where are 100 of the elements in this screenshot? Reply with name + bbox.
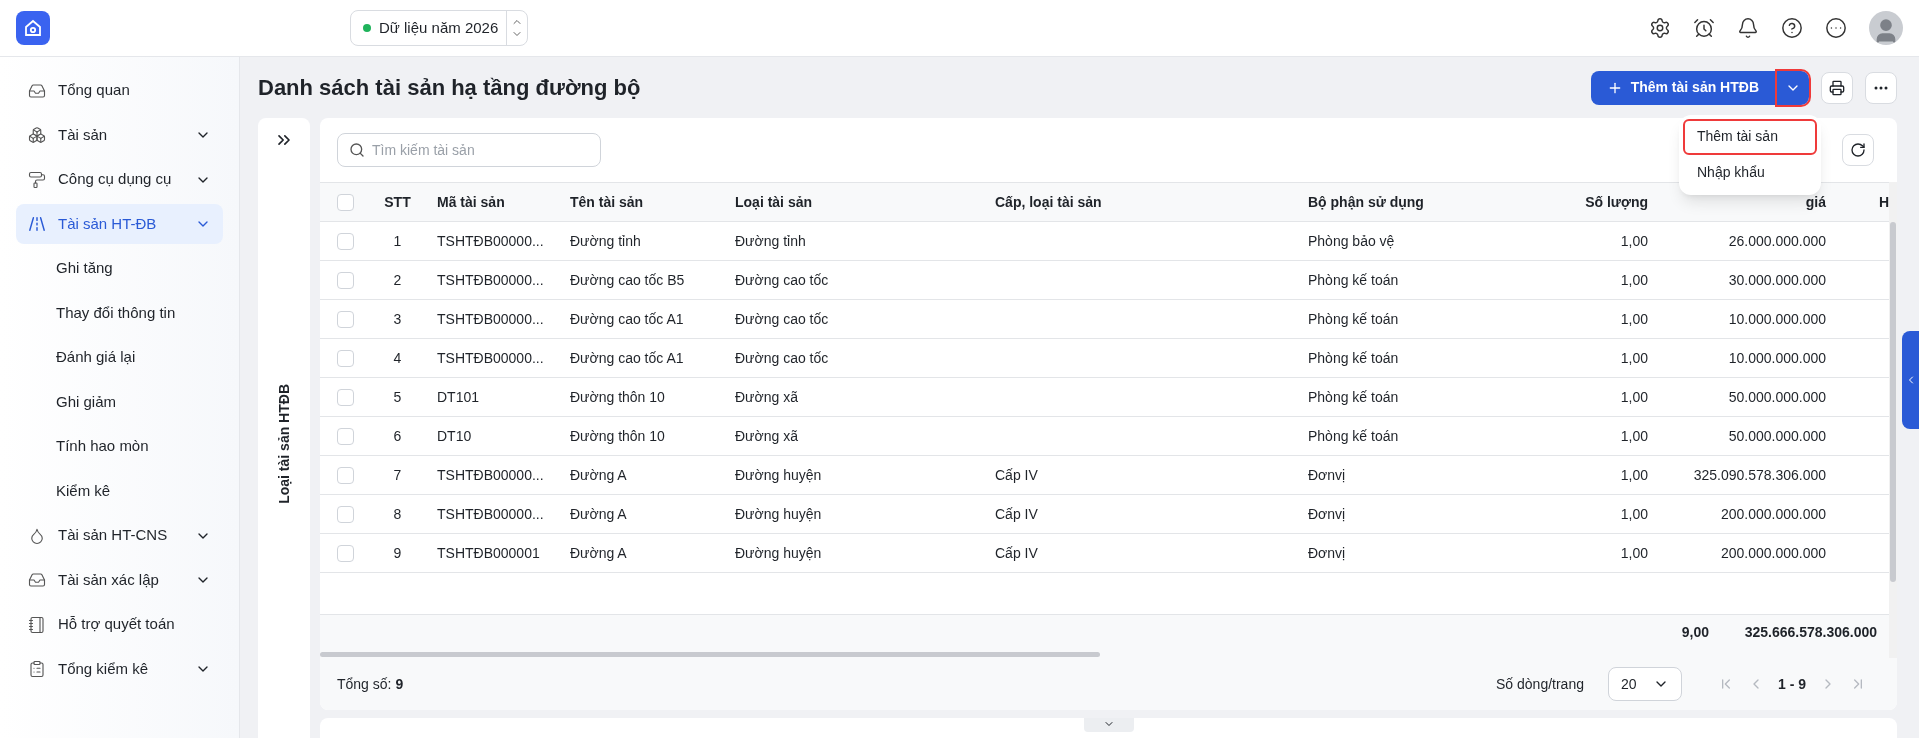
table-cell-text: TSHTĐB00000... [437, 309, 544, 329]
alarm-clock-icon[interactable] [1693, 17, 1715, 39]
refresh-button[interactable] [1842, 134, 1874, 166]
table-cell-text: Đường A [570, 465, 627, 485]
table-cell-text: Đường cao tốc B5 [570, 270, 685, 290]
table-cell-text: 1,00 [1620, 270, 1648, 290]
checkbox[interactable] [336, 193, 354, 211]
droplet-icon [28, 526, 46, 545]
print-button[interactable] [1821, 71, 1853, 104]
checkbox[interactable] [336, 505, 354, 523]
page-size-label: Số dòng/trang [1496, 674, 1584, 694]
search-field[interactable]: Tìm kiếm tài sản [337, 133, 601, 167]
bell-icon[interactable] [1737, 17, 1759, 39]
year-label: Dữ liệu năm 2026 [379, 17, 500, 38]
sidebar-subitem[interactable]: Tính hao mòn [16, 426, 223, 467]
checkbox[interactable] [336, 271, 354, 289]
search-icon [349, 142, 365, 158]
table-cell-text: Đường huyện [735, 504, 822, 524]
table-cell-text: 200.000.000.000 [1720, 504, 1826, 524]
table-cell-text: 50.000.000.000 [1728, 426, 1826, 446]
table-cell-text: 1,00 [1620, 231, 1648, 251]
table-cell-text: TSHTĐB00000... [437, 231, 544, 251]
page-size-select[interactable]: 20 [1608, 667, 1682, 701]
menu-item[interactable]: Nhập khẩu [1685, 156, 1815, 189]
sidebar-item[interactable]: Tài sản HT-ĐB [16, 204, 223, 244]
checkbox[interactable] [336, 349, 354, 367]
table-cell-text: 1,00 [1620, 465, 1648, 485]
menu-item[interactable]: Thêm tài sản [1685, 120, 1815, 153]
table-cell-text: TSHTĐB00000... [437, 270, 544, 290]
table-cell-text: 1 [393, 231, 402, 251]
total-count: 9 [395, 674, 404, 694]
table-cell-text: Đường huyện [735, 543, 822, 563]
sidebar-subitem[interactable]: Ghi giảm [16, 382, 223, 422]
year-selector[interactable]: Dữ liệu năm 2026 [350, 10, 529, 46]
table-cell-text: Đường cao tốc [735, 309, 829, 329]
table-cell-text: DT10 [437, 426, 472, 446]
vertical-scrollbar[interactable] [1890, 222, 1896, 582]
help-icon[interactable] [1781, 17, 1803, 39]
total-label: Tổng số: [337, 674, 392, 694]
table-cell-text: TSHTĐB00000... [437, 348, 544, 368]
table-cell-text: Cấp IV [995, 465, 1038, 485]
table-cell-text: 6 [393, 426, 402, 446]
sidebar-item[interactable]: Tổng kiểm kê [16, 649, 223, 689]
sidebar-item[interactable]: Tổng quan [16, 70, 223, 111]
checkbox[interactable] [336, 388, 354, 406]
table-cell-text: Đường cao tốc [735, 270, 829, 290]
clipboard-icon [28, 660, 46, 678]
more-icon[interactable] [1825, 17, 1847, 39]
total-value: 325.666.578.306.000 [1744, 623, 1877, 642]
dropdown-button[interactable] [1777, 70, 1809, 105]
table-cell-text: TSHTĐB000001 [437, 543, 540, 563]
table-cell-text: 3 [393, 309, 402, 329]
table-cell-text: Phòng kế toán [1308, 309, 1399, 329]
sidebar-subitem[interactable]: Thay đổi thông tin [16, 293, 223, 333]
column-header: Mã tài sản [437, 192, 505, 212]
more-button[interactable] [1865, 71, 1897, 104]
table-cell-text: 1,00 [1620, 309, 1648, 329]
avatar[interactable] [1869, 11, 1903, 45]
checkbox[interactable] [336, 544, 354, 562]
panel-title: Loại tài sản HTĐB [274, 384, 293, 504]
checkbox[interactable] [336, 232, 354, 250]
table-cell-text: 325.090.578.306.000 [1693, 465, 1826, 485]
table-cell-text: TSHTĐB00000... [437, 504, 544, 524]
sidebar-item[interactable]: Hỗ trợ quyết toán [16, 604, 223, 645]
table-cell-text: Đơnvị [1308, 504, 1346, 524]
table-cell-text: Đường xã [735, 387, 798, 407]
sidebar-subitem[interactable]: Ghi tăng [16, 248, 223, 289]
table-cell-text: Phòng kế toán [1308, 270, 1399, 290]
table-cell-text: 5 [393, 387, 402, 407]
table-cell-text: 9 [393, 543, 402, 563]
table-cell-text: 10.000.000.000 [1728, 348, 1826, 368]
table-cell-text: 30.000.000.000 [1728, 270, 1826, 290]
sidebar-item[interactable]: Tài sản xác lập [16, 560, 223, 600]
table-cell-text: 8 [393, 504, 402, 524]
horizontal-scrollbar[interactable] [320, 651, 1100, 657]
checkbox[interactable] [336, 310, 354, 328]
sidebar-item[interactable]: Công cụ dụng cụ [16, 159, 223, 200]
table-cell-text: Đường thôn 10 [570, 426, 665, 446]
sidebar-item[interactable]: Tài sản [16, 115, 223, 155]
logo-icon [16, 11, 50, 45]
table-cell-text: Đường A [570, 504, 627, 524]
sidebar-item[interactable]: Tài sản HT-CNS [16, 515, 223, 556]
column-header: Loại tài sản [735, 192, 813, 212]
refresh-icon [1850, 142, 1866, 158]
table-cell-text: 1,00 [1620, 387, 1648, 407]
sidebar-subitem[interactable]: Kiểm kê [16, 471, 223, 511]
table-cell-text: Đường tỉnh [735, 231, 806, 251]
settings-icon[interactable] [1649, 17, 1671, 39]
boxes-icon [28, 126, 46, 144]
road-icon [28, 215, 46, 233]
column-header: giá [1805, 192, 1826, 212]
sidebar-subitem[interactable]: Đánh giá lại [16, 337, 223, 378]
checkbox[interactable] [336, 427, 354, 445]
table-cell-text: 1,00 [1620, 426, 1648, 446]
side-drawer-tab[interactable] [1902, 331, 1919, 429]
table-cell-text: Đường A [570, 543, 627, 563]
add-button[interactable]: Thêm tài sản HTĐB [1590, 70, 1775, 105]
table-cell-text: Đường cao tốc A1 [570, 309, 684, 329]
table-cell-text: Cấp IV [995, 504, 1038, 524]
checkbox[interactable] [336, 466, 354, 484]
